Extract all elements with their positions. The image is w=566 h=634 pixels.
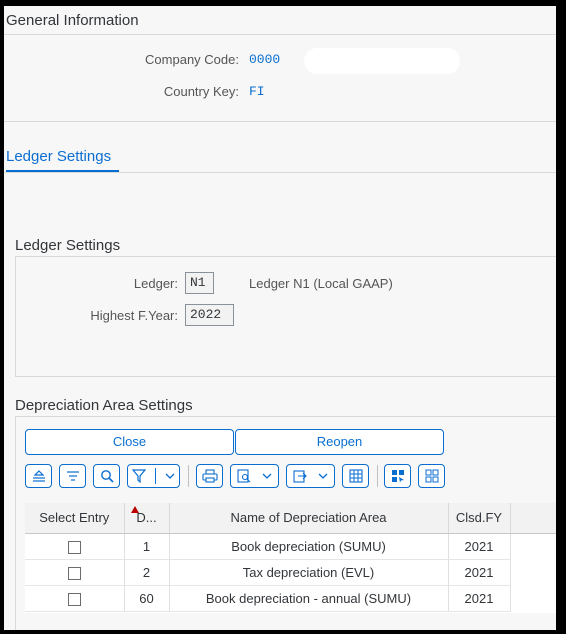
sort-indicator-icon (130, 506, 139, 513)
ledger-field[interactable]: N1 (185, 272, 214, 294)
print-preview-icon (237, 469, 251, 483)
close-button[interactable]: Close (25, 429, 234, 455)
column-header-filler (510, 503, 556, 534)
toolbar-separator (377, 465, 378, 487)
ledger-settings-title: Ledger Settings (15, 237, 121, 254)
filter-funnel-icon (132, 469, 147, 483)
collapse-icon (32, 470, 45, 482)
closed-fy-cell: 2021 (448, 585, 511, 612)
select-entry-cell (25, 585, 125, 612)
divider (4, 121, 556, 122)
depreciation-area-name-cell: Book depreciation (SUMU) (169, 533, 449, 560)
reopen-button[interactable]: Reopen (235, 429, 444, 455)
split-divider (154, 468, 156, 484)
depreciation-area-name-cell: Tax depreciation (EVL) (169, 559, 449, 586)
ledger-label: Ledger: (133, 276, 178, 291)
table-row[interactable]: 60 Book depreciation - annual (SUMU) 202… (25, 585, 556, 612)
collapse-button[interactable] (25, 464, 52, 488)
company-code-label: Company Code: (145, 52, 239, 67)
select-entry-checkbox[interactable] (67, 566, 81, 580)
search-icon (100, 470, 114, 483)
depreciation-table: Select Entry D... Name of Depreciation A… (25, 503, 556, 612)
redacted-company-name (304, 48, 460, 74)
export-icon (293, 470, 307, 483)
ledger-description: Ledger N1 (Local GAAP) (249, 276, 393, 291)
chevron-down-icon (318, 473, 328, 479)
app-frame: General Information Company Code: 0000 C… (4, 6, 556, 630)
filler-cell (510, 559, 556, 585)
chevron-down-icon (262, 473, 272, 479)
closed-fy-cell: 2021 (448, 559, 511, 586)
column-header-closed-fy[interactable]: Clsd.FY (448, 503, 511, 534)
tab-bar-divider (4, 172, 556, 173)
depreciation-area-name-cell: Book depreciation - annual (SUMU) (169, 585, 449, 612)
table-header-row: Select Entry D... Name of Depreciation A… (25, 503, 556, 534)
general-information-title: General Information (6, 12, 139, 29)
select-entry-checkbox[interactable] (67, 592, 81, 606)
company-code-value: 0000 (249, 52, 281, 67)
table-row[interactable]: 1 Book depreciation (SUMU) 2021 (25, 533, 556, 560)
country-key-label: Country Key: (163, 84, 239, 99)
spreadsheet-button[interactable] (342, 464, 369, 488)
layout-grid-icon (425, 469, 438, 483)
column-header-select-entry[interactable]: Select Entry (25, 503, 125, 534)
depreciation-area-cell: 1 (124, 533, 170, 560)
highest-fyear-field[interactable]: 2022 (185, 304, 234, 326)
table-row[interactable]: 2 Tax depreciation (EVL) 2021 (25, 559, 556, 586)
spreadsheet-icon (348, 469, 363, 483)
print-button[interactable] (196, 464, 223, 488)
filter-align-button[interactable] (59, 464, 86, 488)
layout-select-icon (391, 470, 404, 483)
column-header-depreciation-area-label: D... (136, 510, 157, 526)
filter-menu-button[interactable] (127, 464, 180, 488)
column-header-name[interactable]: Name of Depreciation Area (169, 503, 449, 534)
closed-fy-cell: 2021 (448, 533, 511, 560)
country-key-value: FI (249, 84, 265, 99)
depreciation-area-cell: 60 (124, 585, 170, 612)
layout-grid-button[interactable] (418, 464, 445, 488)
search-button[interactable] (93, 464, 120, 488)
chevron-down-icon (165, 473, 175, 479)
highest-fyear-label: Highest F.Year: (90, 308, 178, 323)
print-icon (201, 469, 218, 483)
layout-select-button[interactable] (384, 464, 411, 488)
select-entry-cell (25, 533, 125, 560)
print-preview-button[interactable] (230, 464, 279, 488)
select-entry-cell (25, 559, 125, 586)
toolbar-separator (188, 465, 189, 487)
filler-cell (510, 585, 556, 611)
tab-ledger-settings[interactable]: Ledger Settings (6, 148, 111, 165)
filter-align-icon (66, 471, 79, 481)
divider (4, 34, 556, 35)
column-header-depreciation-area[interactable]: D... (124, 503, 170, 534)
filler-cell (510, 533, 556, 559)
export-button[interactable] (286, 464, 335, 488)
depreciation-area-cell: 2 (124, 559, 170, 586)
select-entry-checkbox[interactable] (67, 540, 81, 554)
depreciation-area-settings-title: Depreciation Area Settings (15, 397, 193, 414)
